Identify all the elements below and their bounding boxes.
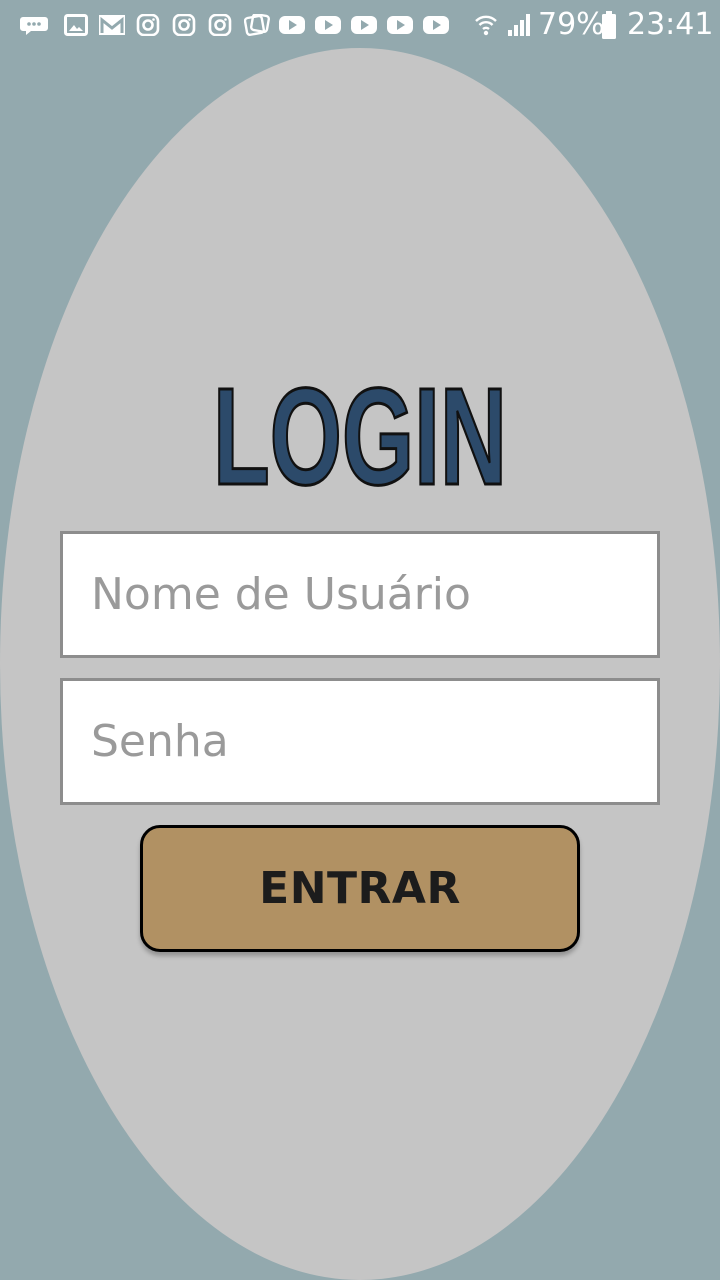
gallery-icon: [64, 14, 88, 36]
username-input[interactable]: [63, 534, 657, 655]
wifi-icon: [475, 15, 497, 36]
login-panel: [0, 48, 720, 1280]
app-icon: [244, 14, 270, 36]
clock: 23:41: [627, 7, 714, 42]
signal-icon: [508, 14, 530, 36]
youtube-icon: [279, 16, 305, 34]
youtube-icon: [315, 16, 341, 34]
youtube-icon: [387, 16, 413, 34]
instagram-icon: [136, 14, 160, 36]
youtube-icon: [423, 16, 449, 34]
battery-percent: 79%: [538, 7, 605, 42]
password-input[interactable]: [63, 681, 657, 802]
password-field[interactable]: [60, 678, 660, 805]
instagram-icon: [172, 14, 196, 36]
status-bar: 79% 23:41: [0, 0, 720, 50]
gmail-icon: [99, 15, 125, 35]
title-text: LOGIN: [213, 372, 507, 496]
username-field[interactable]: [60, 531, 660, 658]
youtube-icon: [351, 16, 377, 34]
login-button[interactable]: ENTRAR: [140, 825, 580, 952]
page-title: LOGIN: [212, 372, 509, 496]
battery-icon: [602, 11, 616, 39]
messages-icon: [20, 17, 48, 35]
login-button-label: ENTRAR: [259, 863, 461, 914]
instagram-icon: [208, 14, 232, 36]
